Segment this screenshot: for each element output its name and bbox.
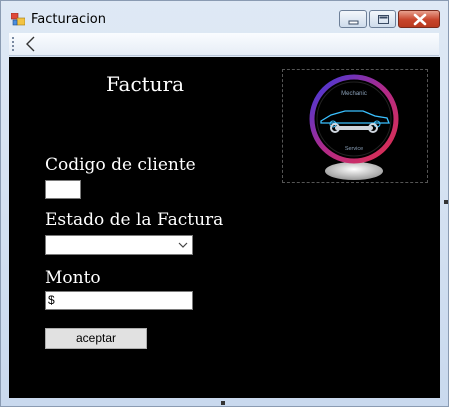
mechanic-service-logo: Mechanic Service <box>282 69 428 183</box>
toolbar-grip[interactable] <box>12 37 14 51</box>
logo-graphic: Mechanic Service <box>309 74 399 180</box>
codigo-cliente-input[interactable] <box>45 180 81 199</box>
wrench-icon <box>335 126 373 130</box>
logo-top-text: Mechanic <box>341 91 367 97</box>
resize-handle-bottom[interactable] <box>221 401 225 405</box>
monto-input[interactable]: $ <box>45 291 193 310</box>
aceptar-button[interactable]: aceptar <box>45 328 147 349</box>
logo-bottom-text: Service <box>345 146 363 152</box>
monto-label: Monto <box>45 268 101 288</box>
close-icon <box>413 13 427 26</box>
estado-factura-label: Estado de la Factura <box>45 210 224 230</box>
codigo-cliente-label: Codigo de cliente <box>45 155 196 175</box>
chevron-down-icon <box>178 242 188 248</box>
chevron-left-icon[interactable] <box>23 35 39 53</box>
window-title: Facturacion <box>31 12 106 27</box>
maximize-icon <box>378 15 389 24</box>
minimize-button[interactable] <box>339 10 367 28</box>
minimize-icon <box>348 20 359 25</box>
close-button[interactable] <box>398 10 440 28</box>
resize-handle-right[interactable] <box>444 200 448 204</box>
title-bar[interactable]: Facturacion <box>1 1 448 33</box>
estado-factura-select[interactable] <box>45 235 193 255</box>
logo-pedestal <box>325 162 383 180</box>
toolbar <box>9 33 439 56</box>
app-icon <box>11 13 25 26</box>
form-heading: Factura <box>106 72 185 96</box>
maximize-button[interactable] <box>369 10 396 28</box>
